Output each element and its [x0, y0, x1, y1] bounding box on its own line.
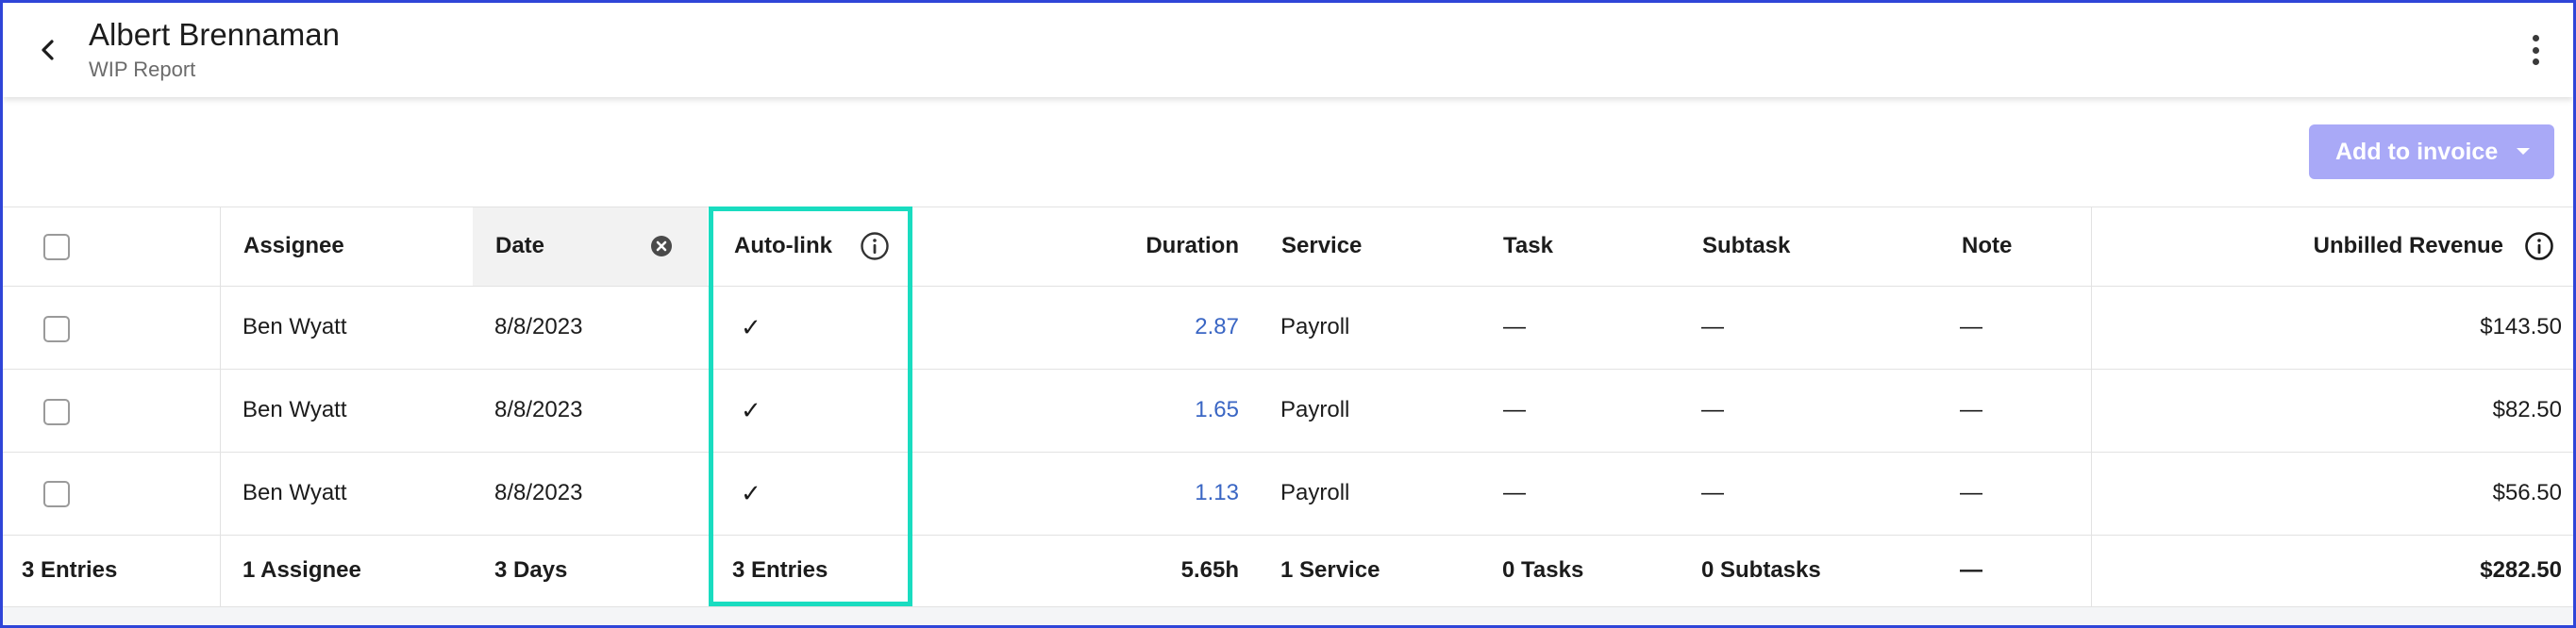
column-header-subtask[interactable]: Subtask: [1702, 207, 1790, 286]
column-header-service[interactable]: Service: [1281, 207, 1362, 286]
add-to-invoice-label: Add to invoice: [2335, 138, 2499, 165]
cell-assignee: Ben Wyatt: [243, 397, 347, 422]
column-header-note[interactable]: Note: [1962, 207, 2012, 286]
total-subtask: 0 Subtasks: [1701, 557, 1821, 583]
clear-sort-button[interactable]: [650, 235, 673, 257]
cell-subtask: —: [1701, 314, 1724, 339]
row-checkbox[interactable]: [43, 316, 70, 342]
page-subtitle: WIP Report: [89, 58, 196, 81]
column-header-assignee[interactable]: Assignee: [243, 207, 344, 286]
chevron-left-icon: [42, 40, 54, 60]
page-title: Albert Brennaman: [89, 17, 340, 52]
autolink-info-button[interactable]: [860, 231, 890, 261]
page-header: Albert Brennaman WIP Report: [3, 3, 2573, 97]
cell-revenue: $56.50: [2492, 480, 2562, 505]
info-icon: [2525, 232, 2553, 260]
row-checkbox[interactable]: [43, 399, 70, 425]
total-autolink: 3 Entries: [732, 557, 828, 583]
revenue-info-button[interactable]: [2524, 231, 2554, 261]
cell-service: Payroll: [1280, 314, 1350, 339]
app-window: Albert Brennaman WIP Report Add to invoi…: [0, 0, 2576, 628]
cell-duration-link[interactable]: 1.13: [1079, 452, 1239, 535]
cell-duration-link[interactable]: 2.87: [1079, 286, 1239, 369]
cell-date: 8/8/2023: [494, 480, 583, 505]
cell-revenue: $82.50: [2492, 397, 2562, 422]
checkmark-icon: ✓: [741, 478, 761, 507]
table-footer-strip: [3, 606, 2573, 625]
row-checkbox[interactable]: [43, 481, 70, 507]
total-service: 1 Service: [1280, 557, 1380, 583]
total-date: 3 Days: [494, 557, 568, 583]
back-button[interactable]: [31, 33, 65, 67]
checkmark-icon: ✓: [741, 395, 761, 424]
cell-note: —: [1960, 314, 1982, 339]
total-duration: 5.65h: [1180, 557, 1239, 583]
cell-task: —: [1503, 314, 1526, 339]
total-note: —: [1960, 557, 1982, 583]
column-header-task[interactable]: Task: [1503, 207, 1553, 286]
total-assignee: 1 Assignee: [243, 557, 361, 583]
checkmark-icon: ✓: [741, 312, 761, 341]
cell-note: —: [1960, 480, 1982, 505]
cell-revenue: $143.50: [2480, 314, 2562, 339]
more-vertical-icon: [2532, 35, 2539, 41]
column-header-autolink[interactable]: Auto-link: [734, 207, 832, 286]
column-header-date[interactable]: Date: [495, 207, 544, 286]
chevron-down-icon: [2517, 148, 2530, 155]
cell-duration-link[interactable]: 1.65: [1079, 369, 1239, 452]
cell-date: 8/8/2023: [494, 397, 583, 422]
column-header-unbilled-revenue[interactable]: Unbilled Revenue: [2173, 207, 2503, 286]
more-options-button[interactable]: [2524, 31, 2547, 69]
cell-assignee: Ben Wyatt: [243, 314, 347, 339]
cell-note: —: [1960, 397, 1982, 422]
total-entries: 3 Entries: [22, 557, 118, 583]
cell-date: 8/8/2023: [494, 314, 583, 339]
close-circle-icon: [651, 236, 672, 256]
info-icon: [861, 232, 889, 260]
add-to-invoice-button[interactable]: Add to invoice: [2309, 124, 2554, 179]
cell-service: Payroll: [1280, 480, 1350, 505]
cell-subtask: —: [1701, 397, 1724, 422]
select-all-checkbox[interactable]: [43, 234, 70, 260]
cell-assignee: Ben Wyatt: [243, 480, 347, 505]
cell-subtask: —: [1701, 480, 1724, 505]
column-header-duration[interactable]: Duration: [1079, 207, 1239, 286]
total-task: 0 Tasks: [1502, 557, 1584, 583]
total-revenue: $282.50: [2480, 557, 2562, 583]
cell-task: —: [1503, 397, 1526, 422]
cell-service: Payroll: [1280, 397, 1350, 422]
cell-task: —: [1503, 480, 1526, 505]
